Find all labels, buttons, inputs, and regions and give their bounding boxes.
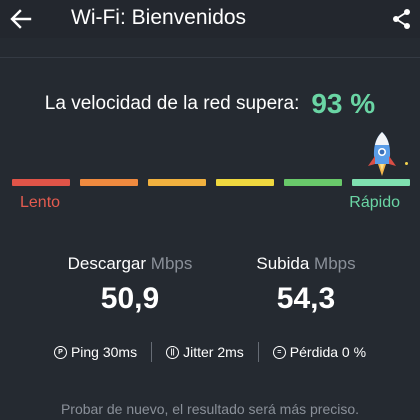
back-button[interactable] <box>4 2 38 36</box>
spark-dot <box>405 162 408 165</box>
download-label-row: Descargar Mbps <box>30 254 230 274</box>
share-button[interactable] <box>386 3 418 35</box>
jitter-icon: || <box>166 345 180 359</box>
scale-label-slow: Lento <box>20 194 61 211</box>
retry-hint[interactable]: Probar de nuevo, el resultado será más p… <box>0 401 420 417</box>
scale-segment-4 <box>216 179 274 186</box>
result-summary: La velocidad de la red supera: 93 % <box>0 84 420 124</box>
arrow-left-icon <box>10 9 32 29</box>
share-icon <box>393 9 410 29</box>
upload-stat: Subida Mbps 54,3 <box>206 254 406 316</box>
speed-scale-bar <box>12 179 410 186</box>
upload-label-row: Subida Mbps <box>206 254 406 274</box>
app-header: Wi-Fi: Bienvenidos <box>0 0 420 38</box>
page-title: Wi-Fi: Bienvenidos <box>71 6 247 29</box>
scale-label-fast: Rápido <box>349 194 400 211</box>
rocket-icon <box>368 132 396 176</box>
scale-segment-3 <box>148 179 206 186</box>
loss-metric: = Pérdida 0 % <box>272 344 367 360</box>
speed-test-screen: Wi-Fi: Bienvenidos La velocidad de la re… <box>0 0 420 420</box>
download-label: Descargar <box>67 254 147 273</box>
metric-separator <box>257 342 259 362</box>
jitter-text: Jitter 2ms <box>183 344 244 360</box>
upload-value: 54,3 <box>276 282 336 315</box>
download-unit: Mbps <box>150 254 193 273</box>
result-text: La velocidad de la red supera: <box>44 93 300 114</box>
result-percentage: 93 % <box>311 88 376 119</box>
upload-label: Subida <box>256 254 310 273</box>
download-value: 50,9 <box>100 282 160 315</box>
upload-unit: Mbps <box>314 254 356 273</box>
ping-metric: P Ping 30ms <box>53 344 138 360</box>
ping-text: Ping 30ms <box>70 344 138 360</box>
scale-segment-5 <box>284 179 342 186</box>
scale-segment-6 <box>352 179 410 186</box>
jitter-metric: || Jitter 2ms <box>166 344 244 360</box>
metrics-row: P Ping 30ms || Jitter 2ms = Pérdida 0 % <box>0 340 420 364</box>
ping-icon: P <box>53 345 67 359</box>
scale-segment-1 <box>12 179 70 186</box>
loss-text: Pérdida 0 % <box>289 344 367 360</box>
loss-icon: = <box>272 345 286 359</box>
scale-segment-2 <box>80 179 138 186</box>
metric-separator <box>151 342 153 362</box>
download-stat: Descargar Mbps 50,9 <box>30 254 230 316</box>
header-divider <box>0 57 420 58</box>
